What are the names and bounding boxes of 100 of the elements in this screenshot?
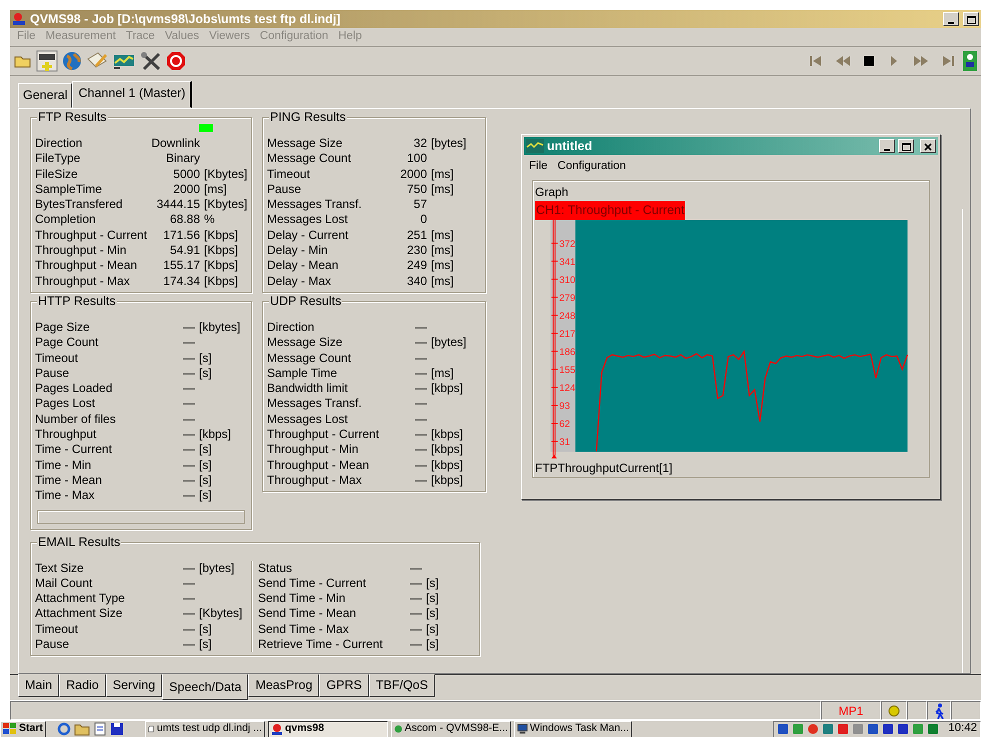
field-value: — <box>182 560 195 576</box>
tab[interactable]: General <box>18 83 72 108</box>
field-unit: [s] <box>199 637 213 652</box>
field-unit: [bytes] <box>431 335 468 351</box>
field-value: — <box>409 560 422 576</box>
tab[interactable]: Radio <box>59 674 106 697</box>
tab[interactable]: Speech/Data <box>162 674 248 700</box>
field-value: 155.17 <box>162 258 200 274</box>
taskbar-button[interactable]: qvms98 <box>268 721 388 737</box>
field-label: Pages Lost <box>35 396 96 412</box>
field-label: Throughput - Max <box>267 472 363 488</box>
menu-item[interactable]: File <box>529 158 548 176</box>
field-value: — <box>409 622 422 638</box>
field-label: Direction <box>35 136 84 152</box>
field-label: Pause <box>267 182 302 198</box>
field-value: — <box>414 427 427 442</box>
field-label: Time - Min <box>35 458 92 473</box>
tab[interactable]: Channel 1 (Master) <box>72 81 192 108</box>
field-label: Messages Lost <box>267 212 349 228</box>
field-label: BytesTransfered <box>35 197 124 212</box>
taskbar-button[interactable]: umts test udp dl.indj ... <box>144 721 265 737</box>
field-unit: [bytes] <box>431 136 468 152</box>
field-value: 3444.15 <box>156 197 200 212</box>
field-unit: [Kbytes] <box>199 606 244 622</box>
field-label: Timeout <box>35 622 79 638</box>
field-value: — <box>414 320 427 336</box>
field-unit: [ms] <box>431 182 455 198</box>
field-label: Completion <box>35 212 97 228</box>
field-value: — <box>182 606 195 622</box>
field-label: Number of files <box>35 412 117 428</box>
field-label: Delay - Current <box>267 228 350 244</box>
field-label: Timeout <box>267 166 311 182</box>
field-unit: [ms] <box>431 258 455 274</box>
field-unit: [s] <box>199 622 213 638</box>
field-label: Mail Count <box>35 576 94 592</box>
field-value: Downlink <box>150 136 200 152</box>
clock: 10:42 <box>948 721 977 736</box>
field-unit: [ms] <box>431 366 455 382</box>
field-label: Time - Mean <box>35 472 103 488</box>
field-unit: [s] <box>426 622 440 638</box>
field-unit: [s] <box>426 606 440 622</box>
tick-label: 155 <box>559 365 576 376</box>
field-label: Time - Max <box>35 488 96 504</box>
tick-label: 217 <box>559 329 576 340</box>
tab[interactable]: Serving <box>106 674 162 697</box>
field-value: 57 <box>412 197 427 212</box>
field-value: 750 <box>406 182 427 198</box>
field-unit: [s] <box>199 488 213 504</box>
field-value: — <box>182 458 195 473</box>
tick-label: 62 <box>559 419 570 430</box>
field-value: — <box>182 412 195 428</box>
tab[interactable]: MeasProg <box>248 674 320 697</box>
field-value: — <box>182 442 195 458</box>
field-label: Attachment Type <box>35 591 126 606</box>
tab[interactable]: GPRS <box>319 674 369 697</box>
legend-label: CH1: Throughput - Current <box>535 201 686 220</box>
start-button[interactable]: Start <box>0 721 46 737</box>
taskbar-button[interactable]: Ascom - QVMS98-E... <box>390 721 511 737</box>
mode-label: MP1 <box>838 702 864 720</box>
field-unit: [s] <box>199 366 213 382</box>
field-value: — <box>182 381 195 396</box>
field-value: — <box>182 488 195 504</box>
field-value: — <box>182 335 195 351</box>
field-value: — <box>182 622 195 638</box>
field-value: — <box>414 442 427 458</box>
field-label: FileSize <box>35 166 79 182</box>
field-unit: [s] <box>199 458 213 473</box>
field-value: Binary <box>164 151 200 167</box>
field-unit: [Kbytes] <box>204 166 248 182</box>
field-value: — <box>182 472 195 488</box>
group-title: FTP Results <box>37 110 108 124</box>
taskbar-button[interactable]: Windows Task Man... <box>514 721 632 737</box>
field-value: — <box>414 472 427 488</box>
tab[interactable]: TBF/QoS <box>368 674 435 697</box>
field-value: 32 <box>412 136 427 152</box>
field-value: — <box>182 427 195 442</box>
tick-label: 248 <box>559 311 576 322</box>
field-unit: [ms] <box>204 182 228 198</box>
field-value: 68.88 <box>168 212 200 228</box>
field-unit: [Kbps] <box>204 274 240 289</box>
field-label: Send Time - Min <box>258 591 346 606</box>
field-label: Text Size <box>35 560 85 576</box>
field-unit: [kbps] <box>431 472 464 488</box>
field-unit: [kbps] <box>431 381 464 396</box>
field-value: — <box>414 350 427 366</box>
menu-item[interactable]: Configuration <box>558 158 626 176</box>
field-value: 230 <box>406 243 427 258</box>
field-unit: [s] <box>199 350 213 366</box>
tab[interactable]: Main <box>18 674 60 697</box>
field-label: Throughput - Min <box>267 442 360 458</box>
field-label: Retrieve Time - Current <box>258 637 384 652</box>
field-label: Timeout <box>35 350 79 366</box>
field-label: Send Time - Current <box>258 576 368 592</box>
window-title: untitled <box>547 138 592 155</box>
tick-label: 279 <box>559 292 576 304</box>
field-unit: [kbps] <box>431 458 464 473</box>
group-title: EMAIL Results <box>37 534 122 549</box>
field-value: — <box>414 381 427 396</box>
field-label: Delay - Max <box>267 274 332 289</box>
window-title: QVMS98 - Job [D:\qvms98\Jobs\umts test ftp dl.indj] <box>30 10 340 28</box>
